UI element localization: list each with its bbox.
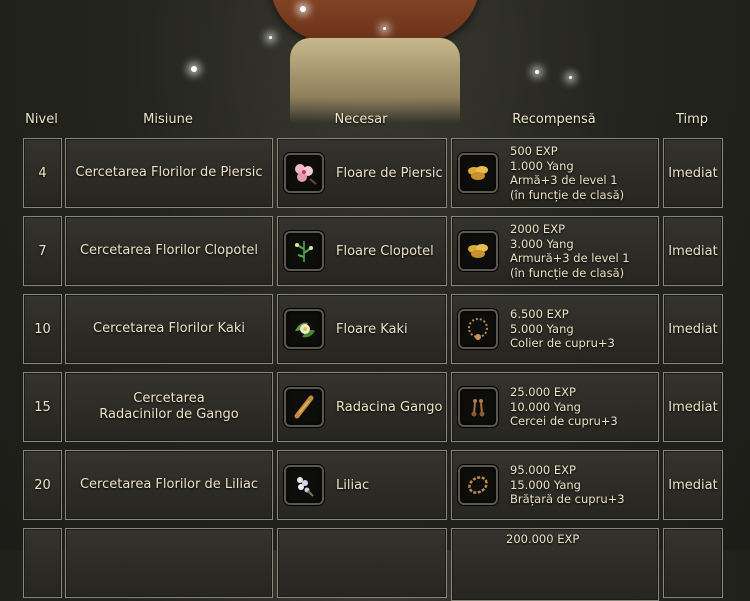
time-cell: Imediat [663, 138, 723, 208]
reward-line: Armă+3 de level 1 [510, 173, 618, 187]
sparkle [191, 66, 197, 72]
reward-line: 2000 EXP [510, 222, 566, 236]
reward-list: 200.000 EXP [506, 532, 579, 547]
required-item-label: Floare de Piersic [336, 165, 443, 181]
reward-line: (în funcție de clasă) [510, 187, 625, 202]
reward-cell: 25.000 EXP 10.000 Yang Cercei de cupru+3 [451, 372, 659, 442]
reward-line: (în funcție de clasă) [510, 265, 625, 280]
sparkle [269, 36, 272, 39]
table-row: 20 Cercetarea Florilor de Liliac Liliac … [0, 450, 750, 520]
required-item-label: Floare Clopotel [336, 243, 434, 259]
quest-cell: Cercetarea Florilor de Liliac [65, 450, 273, 520]
reward-list: 2000 EXP 3.000 Yang Armură+3 de level 1 … [510, 222, 630, 280]
required-item-label: Radacina Gango [336, 399, 443, 415]
required-cell: Floare Kaki [277, 294, 447, 364]
reward-cell: 2000 EXP 3.000 Yang Armură+3 de level 1 … [451, 216, 659, 286]
time-cell: Imediat [663, 216, 723, 286]
required-cell: Radacina Gango [277, 372, 447, 442]
level-cell: 15 [23, 372, 62, 442]
reward-cell: 500 EXP 1.000 Yang Armă+3 de level 1 (în… [451, 138, 659, 208]
required-item-label: Liliac [336, 477, 370, 493]
reward-line: 6.500 EXP [510, 307, 569, 322]
quest-cell: Cercetarea Florilor Clopotel [65, 216, 273, 286]
reward-line: 500 EXP [510, 144, 558, 158]
level-cell: 10 [23, 294, 62, 364]
character-pants [290, 38, 460, 123]
reward-line: 25.000 EXP [510, 385, 576, 400]
kaki-flower-icon [284, 309, 324, 349]
quest-line: Radacinilor de Gango [99, 407, 239, 422]
table-header: Nivel Misiune Necesar Recompensă Timp [0, 112, 750, 132]
table-row: 200.000 EXP [0, 528, 750, 601]
table-row: 10 Cercetarea Florilor Kaki Floare Kaki … [0, 294, 750, 364]
quest-line: Cercetarea [133, 391, 205, 406]
copper-bracelet-icon [458, 465, 498, 505]
reward-list: 95.000 EXP 15.000 Yang Brățară de cupru+… [510, 463, 625, 507]
copper-necklace-icon [458, 309, 498, 349]
header-reward: Recompensă [512, 112, 596, 127]
reward-list: 25.000 EXP 10.000 Yang Cercei de cupru+3 [510, 385, 618, 429]
sparkle [383, 27, 386, 30]
time-cell: Imediat [663, 450, 723, 520]
sparkle [569, 76, 572, 79]
reward-line: 3.000 Yang [510, 236, 574, 251]
level-cell [23, 528, 62, 598]
copper-earrings-icon [458, 387, 498, 427]
quest-cell: Cercetarea Radacinilor de Gango [65, 372, 273, 442]
reward-line: Armură+3 de level 1 [510, 251, 630, 265]
quest-cell: Cercetarea Florilor Kaki [65, 294, 273, 364]
quest-cell [65, 528, 273, 598]
gold-coins-icon [458, 231, 498, 271]
reward-line: 5.000 Yang [510, 321, 574, 336]
header-level: Nivel [25, 112, 58, 127]
reward-line: Cercei de cupru+3 [510, 414, 618, 429]
table-row: 4 Cercetarea Florilor de Piersic Floare … [0, 138, 750, 208]
reward-list: 500 EXP 1.000 Yang Armă+3 de level 1 (în… [510, 144, 624, 202]
header-quest: Misiune [143, 112, 193, 127]
bellflower-icon [284, 231, 324, 271]
reward-list: 6.500 EXP 5.000 Yang Colier de cupru+3 [510, 307, 615, 351]
time-cell [663, 528, 723, 598]
lilac-icon [284, 465, 324, 505]
reward-line: 95.000 EXP [510, 463, 576, 478]
gango-root-icon [284, 387, 324, 427]
required-cell [277, 528, 447, 598]
sparkle [300, 6, 306, 12]
header-time: Timp [675, 112, 709, 127]
required-cell: Floare Clopotel [277, 216, 447, 286]
required-cell: Liliac [277, 450, 447, 520]
level-cell: 4 [23, 138, 62, 208]
sparkle [535, 70, 539, 74]
character-illustration [255, 0, 495, 125]
reward-line: 15.000 Yang [510, 477, 581, 492]
reward-line: Brățară de cupru+3 [510, 492, 625, 507]
quest-cell: Cercetarea Florilor de Piersic [65, 138, 273, 208]
header-required: Necesar [334, 112, 388, 127]
reward-cell: 6.500 EXP 5.000 Yang Colier de cupru+3 [451, 294, 659, 364]
table-row: 15 Cercetarea Radacinilor de Gango Radac… [0, 372, 750, 442]
reward-line: Colier de cupru+3 [510, 336, 615, 351]
required-cell: Floare de Piersic [277, 138, 447, 208]
level-cell: 20 [23, 450, 62, 520]
reward-cell: 200.000 EXP [451, 528, 659, 601]
level-cell: 7 [23, 216, 62, 286]
gold-coins-icon [458, 153, 498, 193]
table-row: 7 Cercetarea Florilor Clopotel Floare Cl… [0, 216, 750, 286]
reward-line: 10.000 Yang [510, 399, 581, 414]
reward-line: 200.000 EXP [506, 532, 580, 546]
time-cell: Imediat [663, 294, 723, 364]
reward-cell: 95.000 EXP 15.000 Yang Brățară de cupru+… [451, 450, 659, 520]
required-item-label: Floare Kaki [336, 321, 408, 337]
peach-blossom-icon [284, 153, 324, 193]
time-cell: Imediat [663, 372, 723, 442]
reward-line: 1.000 Yang [510, 158, 574, 173]
